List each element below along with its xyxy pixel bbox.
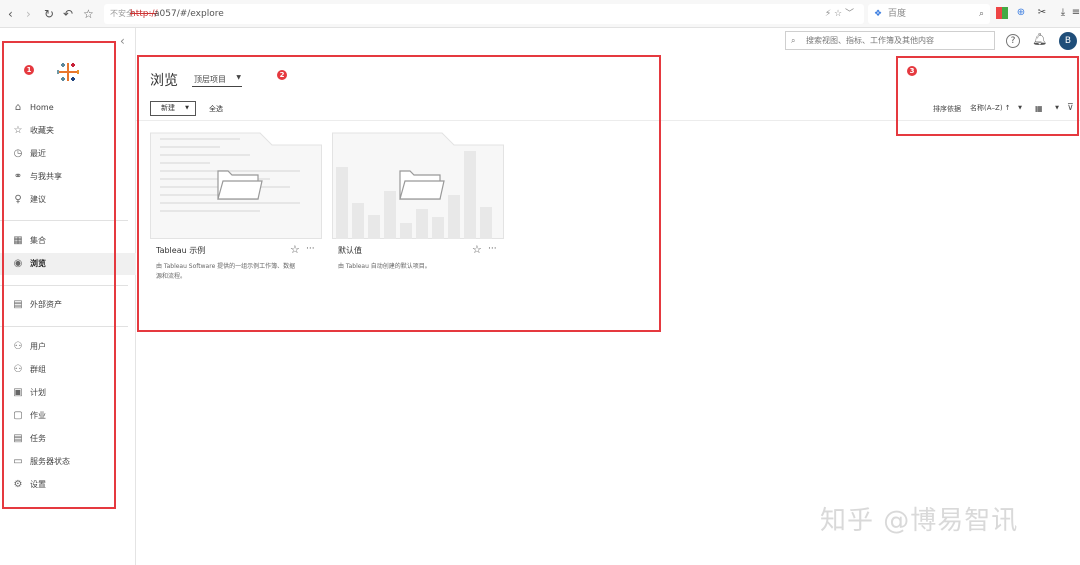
url-path: a057/#/explore	[154, 9, 224, 19]
annotation-box-toolbar	[896, 56, 1079, 136]
search-icon: ⌕	[791, 36, 796, 45]
baidu-logo-icon: ❖	[874, 9, 883, 19]
reload-icon[interactable]: ↻	[44, 6, 54, 22]
search-engine-label: 百度	[888, 9, 907, 19]
annotation-marker: 1	[24, 65, 34, 75]
search-icon[interactable]: ⌕	[979, 4, 984, 24]
address-bar-actions[interactable]: ⚡ ☆ ﹀	[825, 4, 854, 24]
extension-globe-icon[interactable]: ⊕	[1015, 7, 1027, 19]
annotation-box-content	[137, 55, 661, 332]
forward-icon[interactable]: ›	[26, 6, 31, 22]
undo-icon[interactable]: ↶	[63, 6, 73, 22]
collapse-sidebar-icon[interactable]: ‹	[120, 34, 125, 48]
annotation-box-sidebar	[2, 41, 116, 509]
back-icon[interactable]: ‹	[8, 6, 13, 22]
annotation-marker: 3	[907, 66, 917, 76]
menu-icon[interactable]: ≡	[1070, 7, 1080, 19]
search-placeholder: 搜索视图、指标、工作簿及其他内容	[806, 36, 934, 45]
browser-toolbar: ‹ › ↻ ↶ ☆ 不安全 http:// a057/#/explore ⚡ ☆…	[0, 0, 1080, 28]
help-icon[interactable]: ?	[1006, 34, 1020, 48]
scissors-icon[interactable]: ✂	[1036, 7, 1048, 19]
bookmark-star-icon[interactable]: ☆	[83, 6, 94, 22]
watermark: 知乎 @博易智讯	[820, 506, 1019, 536]
global-search-input[interactable]: ⌕ 搜索视图、指标、工作簿及其他内容	[785, 31, 995, 50]
notification-bell-icon[interactable]: 🔔︎	[1032, 32, 1047, 46]
annotation-marker: 2	[277, 70, 287, 80]
extension-grid-icon[interactable]	[996, 7, 1008, 19]
address-bar[interactable]: 不安全 http:// a057/#/explore ⚡ ☆ ﹀	[104, 4, 864, 24]
browser-search-box[interactable]: ❖ 百度 ⌕	[868, 4, 990, 24]
user-avatar[interactable]: B	[1059, 32, 1077, 50]
download-icon[interactable]: ⤓	[1057, 7, 1069, 19]
